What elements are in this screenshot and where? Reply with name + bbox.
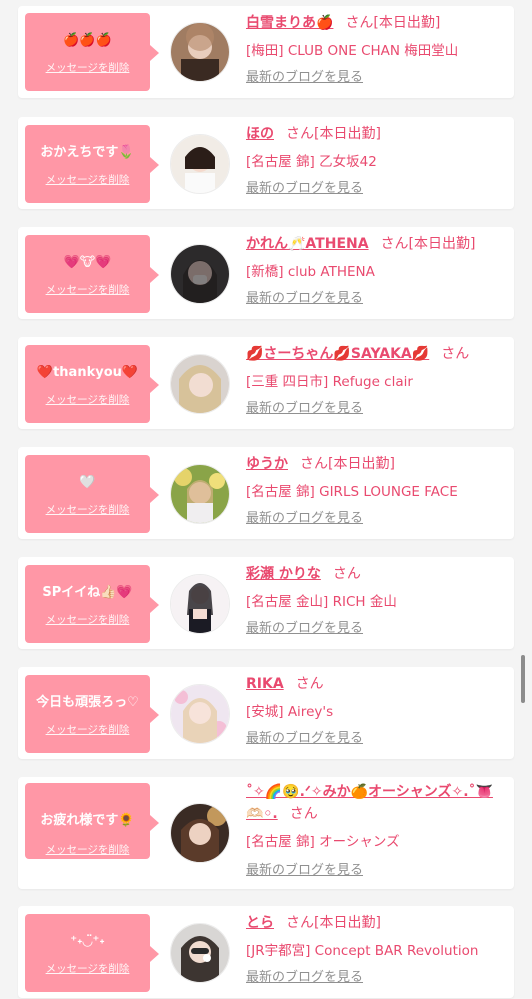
- message-bubble: おかえちです🌷 メッセージを削除: [25, 125, 159, 203]
- name-suffix: さん: [441, 346, 470, 362]
- girl-name-link[interactable]: とら: [246, 915, 274, 931]
- latest-blog-link[interactable]: 最新のブログを見る: [246, 507, 363, 526]
- message-bubble: お疲れ様です🌻 メッセージを削除: [25, 783, 159, 859]
- latest-blog-link[interactable]: 最新のブログを見る: [246, 727, 363, 746]
- avatar[interactable]: [170, 684, 230, 744]
- avatar-image: [171, 23, 229, 81]
- avatar-image: [171, 924, 229, 982]
- avatar[interactable]: [170, 22, 230, 82]
- message-card: 🍎🍎🍎 メッセージを削除 白雪まりあ🍎 さん[本日出勤] [梅田] CLUB ON…: [18, 6, 514, 98]
- delete-message-link[interactable]: メッセージを削除: [25, 502, 150, 517]
- girl-name-link[interactable]: RIKA: [246, 676, 284, 692]
- message-text: 🤍: [79, 475, 96, 490]
- shop-name: [名古屋 錦] GIRLS LOUNGE FACE: [246, 484, 458, 500]
- message-card: ⁺˖◡̈⁺˖ メッセージを削除 とら さん[本日出勤] [JR宇都宮] Conce…: [18, 906, 514, 998]
- girl-name-link-continued[interactable]: 🫶🏻◦.: [246, 806, 278, 822]
- message-bubble: 今日も頑張ろっ♡ メッセージを削除: [25, 675, 159, 753]
- message-card: SPイイね👍🏻💗 メッセージを削除 彩瀬 かりな さん [名古屋 金山] RICH…: [18, 557, 514, 649]
- latest-blog-link[interactable]: 最新のブログを見る: [246, 966, 363, 985]
- avatar-image: [171, 685, 229, 743]
- latest-blog-link[interactable]: 最新のブログを見る: [246, 859, 363, 878]
- avatar-image: [171, 245, 229, 303]
- name-suffix: さん[本日出勤]: [345, 15, 441, 31]
- girl-name-link[interactable]: 彩瀬 かりな: [246, 566, 321, 582]
- latest-blog-link[interactable]: 最新のブログを見る: [246, 287, 363, 306]
- name-suffix: さん: [332, 566, 361, 582]
- scrollbar[interactable]: [521, 655, 525, 703]
- shop-name: [名古屋 錦] オーシャンズ: [246, 834, 400, 850]
- message-bubble: ❤️thankyou❤️ メッセージを削除: [25, 345, 159, 423]
- message-text: ❤️thankyou❤️: [36, 365, 139, 380]
- name-suffix: さん[本日出勤]: [286, 915, 381, 931]
- delete-message-link[interactable]: メッセージを削除: [25, 722, 150, 737]
- avatar[interactable]: [170, 134, 230, 194]
- girl-name-link[interactable]: ˚✧🌈🥹.ᐟ✧みか🍊オーシャンズ✧.˚👅: [246, 784, 493, 800]
- shop-name: [名古屋 金山] RICH 金山: [246, 594, 397, 610]
- avatar-image: [171, 575, 229, 633]
- avatar-image: [171, 135, 229, 193]
- latest-blog-link[interactable]: 最新のブログを見る: [246, 397, 363, 416]
- message-card: お疲れ様です🌻 メッセージを削除 ˚✧🌈🥹.ᐟ✧みか🍊オーシャンズ✧.˚👅 🫶🏻…: [18, 777, 514, 889]
- message-bubble: ⁺˖◡̈⁺˖ メッセージを削除: [25, 914, 159, 992]
- message-text: 🍎🍎🍎: [63, 33, 112, 48]
- message-text: 💗🐮💗: [63, 255, 112, 270]
- avatar[interactable]: [170, 923, 230, 983]
- name-suffix: さん: [289, 806, 318, 822]
- delete-message-link[interactable]: メッセージを削除: [25, 60, 150, 75]
- delete-message-link[interactable]: メッセージを削除: [25, 172, 150, 187]
- avatar[interactable]: [170, 244, 230, 304]
- delete-message-link[interactable]: メッセージを削除: [25, 282, 150, 297]
- name-suffix: さん[本日出勤]: [300, 456, 395, 472]
- shop-name: [新橋] club ATHENA: [246, 264, 375, 280]
- name-suffix: さん[本日出勤]: [380, 236, 476, 252]
- girl-name-link[interactable]: 白雪まりあ🍎: [246, 15, 333, 31]
- avatar[interactable]: [170, 803, 230, 863]
- delete-message-link[interactable]: メッセージを削除: [25, 612, 150, 627]
- shop-name: [梅田] CLUB ONE CHAN 梅田堂山: [246, 43, 459, 59]
- delete-message-link[interactable]: メッセージを削除: [25, 961, 150, 976]
- avatar-image: [171, 804, 229, 862]
- avatar[interactable]: [170, 354, 230, 414]
- message-card: 🤍 メッセージを削除 ゆうか さん[本日出勤] [名古屋 錦] GIRLS LOU…: [18, 447, 514, 539]
- delete-message-link[interactable]: メッセージを削除: [25, 842, 150, 857]
- shop-name: [安城] Airey's: [246, 704, 334, 720]
- message-bubble: 🍎🍎🍎 メッセージを削除: [25, 13, 159, 91]
- message-bubble: 💗🐮💗 メッセージを削除: [25, 235, 159, 313]
- latest-blog-link[interactable]: 最新のブログを見る: [246, 66, 363, 85]
- message-text: SPイイね👍🏻💗: [42, 585, 133, 600]
- message-bubble: 🤍 メッセージを削除: [25, 455, 159, 533]
- message-card: ❤️thankyou❤️ メッセージを削除 💋さーちゃん💋SAYAKA💋 さん […: [18, 337, 514, 429]
- message-text: お疲れ様です🌻: [40, 813, 135, 828]
- name-suffix: さん: [295, 676, 324, 692]
- message-text: ⁺˖◡̈⁺˖: [70, 934, 105, 949]
- girl-name-link[interactable]: 💋さーちゃん💋SAYAKA💋: [246, 346, 429, 362]
- avatar-image: [171, 355, 229, 413]
- message-text: 今日も頑張ろっ♡: [36, 695, 139, 710]
- message-text: おかえちです🌷: [40, 145, 135, 160]
- girl-name-link[interactable]: ほの: [246, 126, 274, 142]
- latest-blog-link[interactable]: 最新のブログを見る: [246, 177, 363, 196]
- shop-name: [三重 四日市] Refuge clair: [246, 374, 413, 390]
- message-bubble: SPイイね👍🏻💗 メッセージを削除: [25, 565, 159, 643]
- message-card: 💗🐮💗 メッセージを削除 かれん🥂ATHENA さん[本日出勤] [新橋] clu…: [18, 227, 514, 319]
- latest-blog-link[interactable]: 最新のブログを見る: [246, 617, 363, 636]
- message-card: おかえちです🌷 メッセージを削除 ほの さん[本日出勤] [名古屋 錦] 乙女坂4…: [18, 117, 514, 209]
- avatar[interactable]: [170, 574, 230, 634]
- shop-name: [名古屋 錦] 乙女坂42: [246, 154, 377, 170]
- shop-name: [JR宇都宮] Concept BAR Revolution: [246, 943, 479, 959]
- avatar[interactable]: [170, 464, 230, 524]
- avatar-image: [171, 465, 229, 523]
- message-card: 今日も頑張ろっ♡ メッセージを削除 RIKA さん [安城] Airey's 最新…: [18, 667, 514, 759]
- girl-name-link[interactable]: ゆうか: [246, 456, 288, 472]
- delete-message-link[interactable]: メッセージを削除: [25, 392, 150, 407]
- name-suffix: さん[本日出勤]: [286, 126, 381, 142]
- girl-name-link[interactable]: かれん🥂ATHENA: [246, 236, 369, 252]
